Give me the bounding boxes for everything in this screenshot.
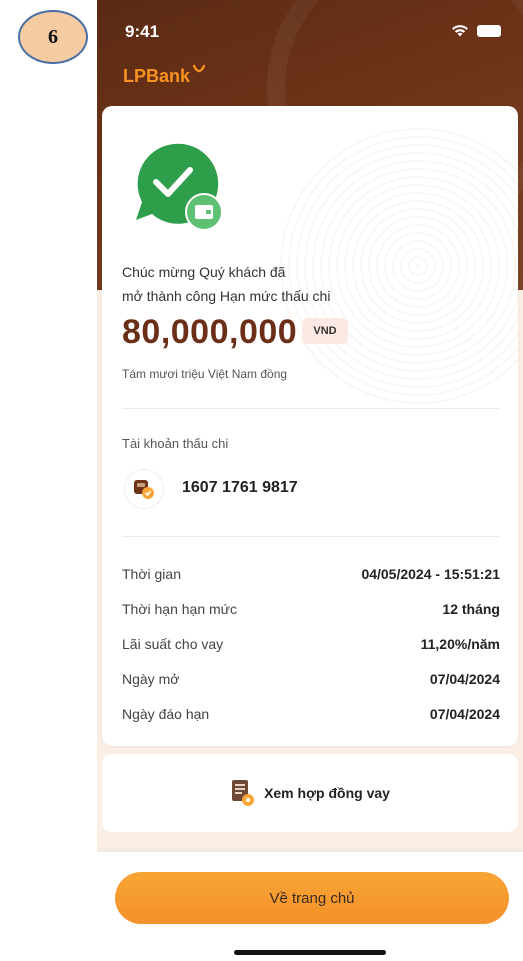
status-time: 9:41 (125, 22, 160, 41)
account-icon (124, 469, 164, 509)
detail-row-open-date: Ngày mở 07/04/2024 (122, 668, 500, 690)
view-contract-label: Xem hợp đồng vay (264, 785, 390, 801)
amount-in-words: Tám mươi triệu Việt Nam đồng (122, 367, 288, 381)
detail-value: 11,20%/năm (420, 636, 500, 652)
wallet-icon (134, 480, 154, 499)
account-label: Tài khoản thấu chi (122, 436, 229, 451)
logo-smile-icon (192, 64, 206, 73)
detail-row-time: Thời gian 04/05/2024 - 15:51:21 (122, 563, 500, 585)
overdraft-amount: 80,000,000 (122, 313, 298, 351)
detail-label: Thời gian (122, 566, 181, 582)
divider (122, 536, 500, 537)
divider (122, 408, 500, 409)
step-number-badge: 6 (18, 10, 88, 64)
wifi-icon (452, 25, 468, 37)
decorative-pattern (278, 126, 518, 406)
detail-value: 04/05/2024 - 15:51:21 (361, 566, 500, 582)
status-icons (451, 24, 501, 37)
result-card: Chúc mừng Quý khách đã mở thành công Hạn… (102, 106, 518, 746)
footer: Về trang chủ (97, 852, 523, 961)
success-message-line2: mở thành công Hạn mức thấu chi (122, 288, 331, 304)
detail-label: Thời hạn hạn mức (122, 601, 238, 617)
home-indicator (234, 950, 386, 955)
battery-icon (477, 24, 501, 37)
phone-screen: 9:41 LPBank Chúc mừng Quý khách đã mở th… (97, 0, 523, 961)
success-message-line1: Chúc mừng Quý khách đã (122, 264, 286, 280)
detail-label: Ngày mở (122, 671, 180, 687)
document-icon (232, 780, 255, 806)
view-contract-button[interactable]: Xem hợp đồng vay (102, 754, 518, 832)
brand-name: LPBank (123, 66, 191, 86)
detail-row-maturity-date: Ngày đáo hạn 07/04/2024 (122, 703, 500, 725)
detail-row-term: Thời hạn hạn mức 12 tháng (122, 598, 500, 620)
detail-value: 07/04/2024 (429, 706, 500, 722)
detail-row-interest: Lãi suất cho vay 11,20%/năm (122, 633, 500, 655)
detail-label: Lãi suất cho vay (122, 636, 224, 652)
detail-value: 12 tháng (442, 601, 500, 617)
account-number: 1607 1761 9817 (182, 479, 298, 496)
currency-badge: VND (302, 318, 348, 344)
detail-label: Ngày đáo hạn (122, 706, 210, 722)
brand-logo: LPBank (123, 64, 206, 87)
detail-value: 07/04/2024 (429, 671, 500, 687)
home-button[interactable]: Về trang chủ (115, 872, 509, 924)
success-check-icon (136, 143, 222, 231)
